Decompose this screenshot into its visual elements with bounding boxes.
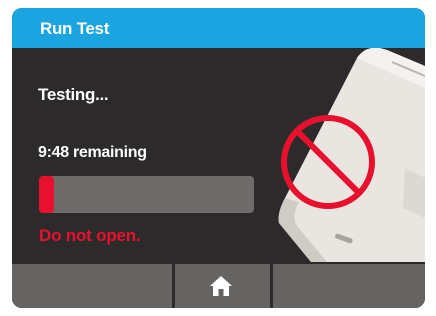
main-panel: Testing... 9:48 remaining Do not open. (12, 48, 425, 262)
home-icon (210, 276, 232, 296)
nav-left-button[interactable] (12, 264, 172, 308)
progress-bar (39, 176, 254, 213)
title-bar: Run Test (12, 8, 425, 48)
home-button[interactable] (175, 264, 270, 308)
warning-text: Do not open. (39, 226, 141, 245)
prohibited-icon (281, 115, 375, 209)
nav-right-button[interactable] (273, 264, 425, 308)
device-screen: Run Test Testing... 9:48 remaining Do no… (12, 8, 425, 308)
progress-fill (39, 176, 55, 213)
bottom-nav (12, 262, 425, 308)
screen-title: Run Test (40, 19, 110, 38)
time-remaining: 9:48 remaining (38, 144, 147, 161)
status-text: Testing... (38, 85, 109, 104)
